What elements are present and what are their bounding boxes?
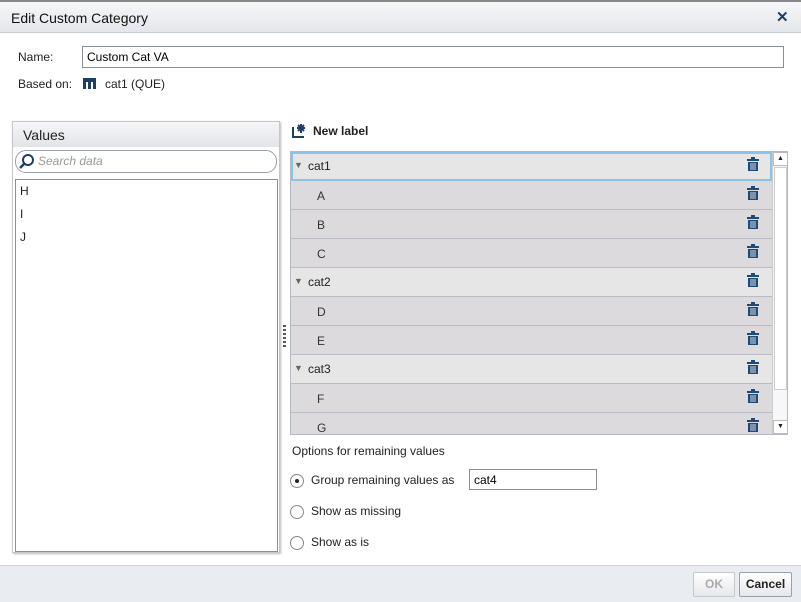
tree-row-label: cat2 [308, 275, 331, 289]
new-label-icon[interactable] [292, 124, 307, 138]
values-panel: Values Search data H I J [12, 121, 280, 553]
trash-icon[interactable] [747, 360, 759, 374]
tree-row-label: D [317, 305, 326, 319]
close-icon[interactable]: ✕ [776, 8, 789, 26]
show-as-is-radio[interactable] [290, 536, 304, 550]
group-name-input[interactable] [469, 469, 597, 490]
splitter-handle[interactable] [283, 325, 286, 347]
tree-item-row[interactable]: E [291, 326, 772, 355]
trash-icon[interactable] [747, 186, 759, 200]
tree-row-label: F [317, 392, 325, 406]
show-missing-radio[interactable] [290, 505, 304, 519]
trash-icon[interactable] [747, 157, 759, 171]
name-label: Name: [18, 50, 54, 64]
tree-group-row[interactable]: ▼ cat2 [291, 268, 772, 297]
based-on-value: cat1 (QUE) [105, 77, 166, 91]
values-list[interactable]: H I J [15, 179, 278, 552]
scroll-up-icon[interactable]: ▲ [773, 152, 787, 166]
tree-item-row[interactable]: B [291, 210, 772, 239]
scrollbar-thumb[interactable] [774, 167, 787, 390]
tree-row-label: A [317, 189, 326, 203]
tree-group-row[interactable]: ▼ cat1 [291, 152, 772, 181]
tree-item-row[interactable]: D [291, 297, 772, 326]
values-title: Values [13, 122, 279, 147]
tree-item-row[interactable]: F [291, 384, 772, 413]
name-input[interactable] [82, 46, 784, 68]
trash-icon[interactable] [747, 244, 759, 258]
group-remaining-radio[interactable] [290, 474, 304, 488]
show-as-is-label: Show as is [311, 535, 370, 549]
ok-button[interactable]: OK [693, 572, 735, 597]
tree-row-label: cat3 [308, 362, 331, 376]
tree-item-row[interactable]: A [291, 181, 772, 210]
tree-item-row[interactable]: C [291, 239, 772, 268]
tree-row-label: G [317, 421, 327, 435]
search-placeholder: Search data [38, 154, 103, 168]
trash-icon[interactable] [747, 331, 759, 345]
expand-arrow-icon[interactable]: ▼ [294, 363, 303, 373]
search-input[interactable]: Search data [15, 150, 277, 173]
trash-icon[interactable] [747, 418, 759, 432]
dialog-title: Edit Custom Category [11, 10, 148, 26]
list-item[interactable]: J [16, 226, 277, 249]
tree-scrollbar[interactable]: ▲ ▼ [772, 152, 787, 434]
trash-icon[interactable] [747, 215, 759, 229]
tree-row-label: B [317, 218, 326, 232]
list-item[interactable]: I [16, 203, 277, 226]
trash-icon[interactable] [747, 389, 759, 403]
tree-row-label: C [317, 247, 326, 261]
search-icon [19, 154, 34, 169]
title-bar: Edit Custom Category ✕ [0, 0, 801, 33]
trash-icon[interactable] [747, 302, 759, 316]
list-item[interactable]: H [16, 180, 277, 203]
category-icon [83, 78, 96, 89]
dialog-footer: OK Cancel [0, 565, 801, 602]
tree-row-label: E [317, 334, 326, 348]
group-remaining-label: Group remaining values as [311, 473, 455, 487]
tree-row-label: cat1 [308, 159, 331, 173]
expand-arrow-icon[interactable]: ▼ [294, 276, 303, 286]
options-title: Options for remaining values [292, 444, 445, 458]
based-on-label: Based on: [18, 77, 73, 91]
tree-item-row[interactable]: G [291, 413, 772, 435]
trash-icon[interactable] [747, 273, 759, 287]
cancel-button[interactable]: Cancel [739, 572, 792, 597]
scroll-down-icon[interactable]: ▼ [773, 420, 787, 434]
show-missing-label: Show as missing [311, 504, 402, 518]
category-tree: ▼ cat1 A B C ▼ cat2 D E ▼ cat3 F G ▲ ▼ [290, 151, 788, 435]
expand-arrow-icon[interactable]: ▼ [294, 160, 303, 170]
tree-group-row[interactable]: ▼ cat3 [291, 355, 772, 384]
new-label-button[interactable]: New label [313, 124, 368, 138]
